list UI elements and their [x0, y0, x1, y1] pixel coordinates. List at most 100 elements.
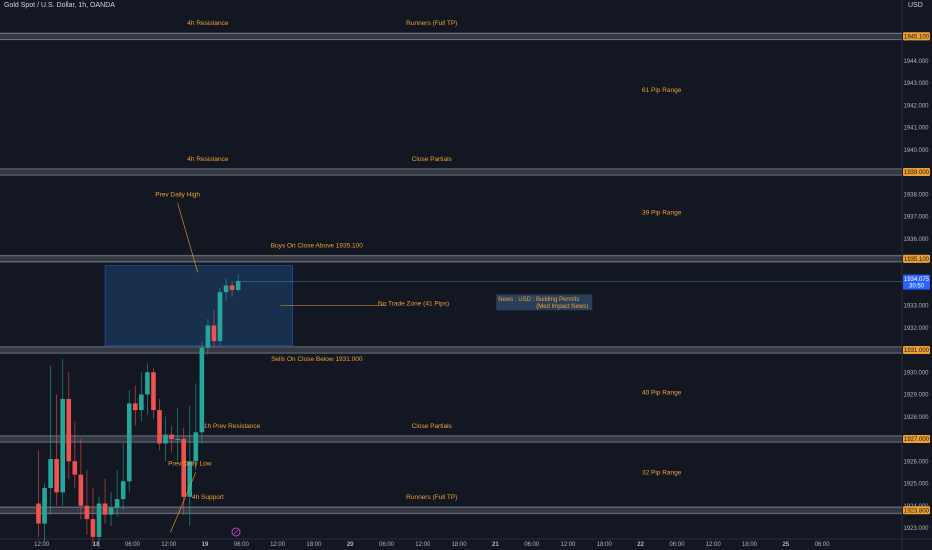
time-axis-tick: 18:00 — [452, 542, 468, 548]
annotation-label: 39 Pip Range — [642, 209, 682, 216]
candle-body — [199, 347, 205, 433]
time-axis-tick: 12:00 — [415, 542, 431, 548]
time-axis-tick: 12:00 — [34, 542, 50, 548]
time-axis-tick: 12:00 — [161, 542, 177, 548]
candle-body — [229, 285, 235, 290]
candle-body — [193, 432, 199, 462]
candle-body — [54, 459, 59, 493]
candle-body — [78, 474, 84, 506]
candle-body — [120, 481, 126, 500]
level-price-tag-text: 1931.000 — [904, 348, 930, 354]
candle-body — [145, 372, 150, 395]
time-axis-tick: 22 — [637, 542, 644, 548]
candle-body — [151, 372, 156, 411]
annotation-label: No Trade Zone (41 Pips) — [378, 301, 449, 308]
annotation-label: 40 Pip Range — [642, 390, 682, 397]
annotation-label: Buys On Close Above 1935.100 — [271, 243, 364, 250]
annotation-label: 4h Support — [192, 494, 224, 501]
time-axis-tick: 06:00 — [125, 542, 141, 548]
candle-body — [235, 281, 241, 290]
time-axis-tick: 18 — [93, 542, 100, 548]
candle-body — [181, 439, 186, 497]
time-axis-tick: 20 — [347, 542, 354, 548]
price-axis-tick: 1944.000 — [903, 59, 929, 65]
current-price-countdown: 30:50 — [909, 284, 925, 290]
time-axis-tick: 06:00 — [379, 542, 395, 548]
time-axis-tick: 18:00 — [597, 542, 613, 548]
candle-body — [90, 519, 96, 537]
annotation-label: Prev Daily High — [155, 191, 200, 198]
current-price-value: 1934.075 — [904, 277, 930, 283]
candle-body — [223, 285, 229, 293]
candle-body — [157, 410, 162, 444]
price-axis-tick: 1928.000 — [903, 415, 929, 421]
candle-body — [102, 503, 108, 515]
annotation-label: 4h Resistance — [187, 20, 229, 27]
price-axis-tick: 1937.000 — [903, 215, 929, 221]
candle-body — [36, 503, 41, 524]
time-axis-tick: 06:00 — [669, 542, 685, 548]
candle-body — [42, 487, 47, 524]
candle-body — [133, 403, 138, 411]
candle-body — [139, 394, 144, 411]
level-price-tag-text: 1927.000 — [904, 437, 930, 443]
candle-body — [205, 325, 211, 348]
news-box-impact: (Med Impact News) — [536, 304, 588, 310]
time-axis-tick: 12:00 — [270, 542, 286, 548]
price-axis-tick: 1929.000 — [903, 393, 929, 399]
candle-body — [114, 499, 120, 508]
annotation-label: 61 Pip Range — [642, 87, 682, 94]
level-price-tag-text: 1945.100 — [904, 34, 930, 40]
time-axis-tick: 25 — [782, 542, 789, 548]
candle-body — [126, 403, 132, 482]
annotation-label: 32 Pip Range — [642, 470, 682, 477]
price-axis-tick: 1930.000 — [903, 370, 929, 376]
annotation-label: Runners (Full TP) — [406, 20, 457, 27]
candle-body — [169, 434, 174, 439]
price-axis-tick: 1942.000 — [903, 103, 929, 109]
level-price-tag-text: 1939.000 — [904, 170, 930, 176]
candle-body — [175, 439, 180, 440]
candle-body — [84, 505, 90, 520]
price-axis-tick: 1932.000 — [903, 326, 929, 332]
news-box-title: News : USD : Building Permits — [498, 297, 579, 303]
time-axis-tick: 19 — [202, 542, 209, 548]
no-trade-zone — [104, 265, 294, 346]
price-chart[interactable]: 4h Resistance Runners (Full TP) 61 Pip Ran… — [0, 0, 932, 550]
candle-body — [163, 434, 168, 444]
time-axis-tick: 06:00 — [234, 542, 250, 548]
event-marker-slash — [233, 529, 239, 535]
annotation-label: Close Partials — [412, 156, 453, 163]
annotation-label: Close Partials — [412, 423, 453, 430]
candle-body — [211, 325, 217, 342]
annotation-label: 1h Prev Resistance — [204, 423, 261, 430]
price-axis-tick: 1925.000 — [903, 482, 929, 488]
candle-body — [96, 503, 102, 537]
time-axis-tick: 06:00 — [815, 542, 831, 548]
candle-body — [108, 507, 114, 515]
annotation-label: Prev Daily Low — [168, 461, 212, 468]
price-axis-tick: 1926.000 — [903, 459, 929, 465]
candle-body — [72, 461, 78, 475]
time-axis-tick: 06:00 — [524, 542, 540, 548]
price-axis-tick: 1923.000 — [903, 526, 929, 532]
level-price-tag-text: 1923.800 — [904, 508, 930, 514]
time-axis-tick: 18:00 — [742, 542, 758, 548]
candle-body — [217, 292, 223, 342]
annotation-label: Runners (Full TP) — [406, 494, 457, 501]
annotation-label: 4h Resistance — [187, 156, 229, 163]
annotation-label: Sells On Close Below 1931.000 — [271, 356, 363, 363]
time-axis-tick: 21 — [492, 542, 499, 548]
time-axis-tick: 18:00 — [306, 542, 322, 548]
price-axis-tick: 1943.000 — [903, 81, 929, 87]
candle-body — [48, 459, 53, 488]
price-axis-tick: 1933.000 — [903, 304, 929, 310]
price-axis-tick: 1940.000 — [903, 148, 929, 154]
price-axis-tick: 1936.000 — [903, 237, 929, 243]
price-axis-tick: 1941.000 — [903, 126, 929, 132]
level-price-tag-text: 1935.100 — [904, 257, 930, 263]
time-axis-tick: 12:00 — [560, 542, 576, 548]
candle-body — [60, 398, 65, 493]
price-axis-tick: 1938.000 — [903, 192, 929, 198]
candle-body — [66, 398, 72, 462]
